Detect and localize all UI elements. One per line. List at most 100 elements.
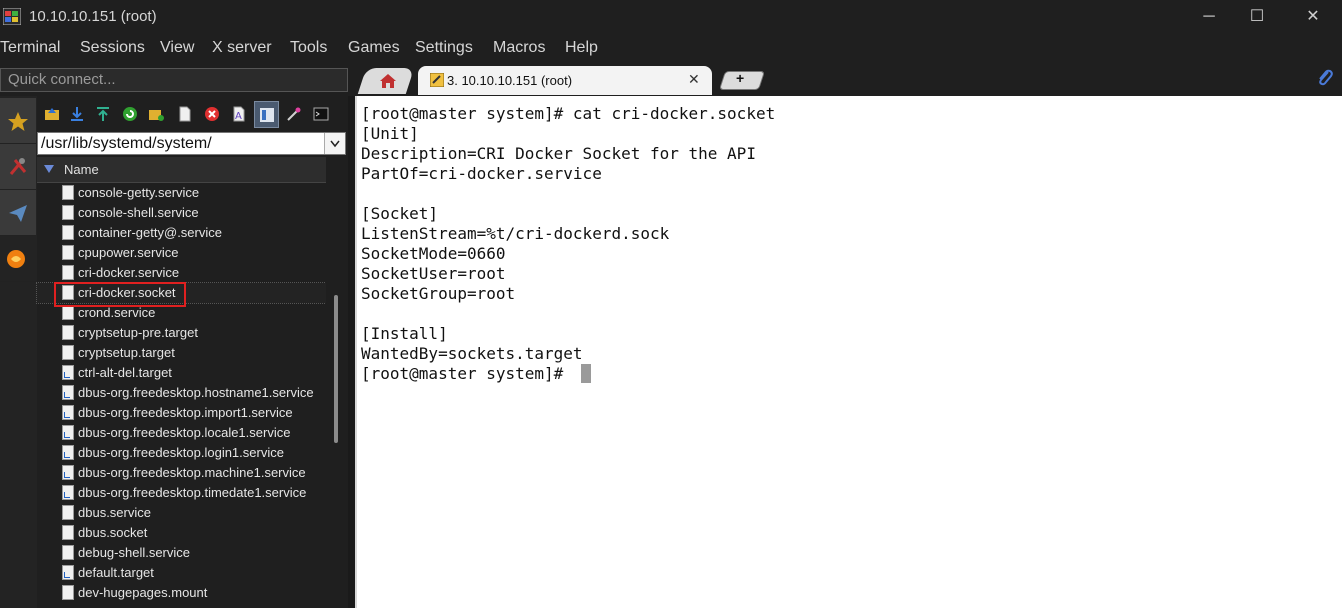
mobaxterm-icon	[3, 8, 21, 25]
file-name: dev-hugepages.mount	[78, 585, 208, 600]
file-icon	[62, 545, 74, 560]
file-row[interactable]: console-getty.service	[37, 183, 326, 203]
window-title: 10.10.10.151 (root)	[29, 8, 157, 25]
sidebar-sftp[interactable]	[0, 236, 36, 282]
file-row[interactable]: ctrl-alt-del.target	[37, 363, 326, 383]
path-combobox[interactable]: /usr/lib/systemd/system/	[37, 132, 346, 155]
download-icon[interactable]	[69, 106, 85, 122]
panel-icon	[260, 108, 274, 122]
file-name: cri-docker.service	[78, 265, 180, 280]
delete-icon[interactable]	[204, 106, 220, 122]
file-icon	[62, 345, 74, 360]
svg-text:A: A	[235, 111, 242, 122]
file-row[interactable]: dev-hugepages.mount	[37, 583, 326, 603]
star-icon	[8, 112, 28, 131]
sidebar-tools[interactable]	[0, 144, 36, 190]
file-name: cryptsetup.target	[78, 345, 175, 360]
path-text: /usr/lib/systemd/system/	[41, 135, 212, 152]
terminal-line: [Install]	[361, 324, 448, 343]
plus-icon: +	[736, 70, 745, 86]
menu-settings[interactable]: Settings	[415, 39, 473, 57]
paperclip-icon[interactable]	[1316, 68, 1334, 88]
terminal-icon[interactable]	[313, 106, 329, 122]
upload-icon[interactable]	[95, 106, 111, 122]
new-file-icon[interactable]	[177, 106, 193, 122]
file-row[interactable]: container-getty@.service	[37, 223, 326, 243]
menu-help[interactable]: Help	[565, 39, 598, 57]
file-link-icon	[62, 425, 74, 440]
file-row[interactable]: cri-docker.service	[37, 263, 326, 283]
annotation-highlight-box	[54, 282, 186, 307]
file-row[interactable]: dbus-org.freedesktop.locale1.service	[37, 423, 326, 443]
menu-tools[interactable]: Tools	[290, 39, 327, 57]
menu-x-server[interactable]: X server	[212, 39, 272, 57]
home-icon	[380, 74, 396, 88]
file-icon	[62, 245, 74, 260]
file-link-icon	[62, 485, 74, 500]
file-row[interactable]: cpupower.service	[37, 243, 326, 263]
menu-games[interactable]: Games	[348, 39, 400, 57]
close-button[interactable]: ✕	[1290, 4, 1336, 30]
path-dropdown-button[interactable]	[324, 133, 345, 154]
file-row[interactable]: cryptsetup.target	[37, 343, 326, 363]
file-row[interactable]: debug-shell.service	[37, 543, 326, 563]
sftp-toolbar: A	[37, 99, 347, 129]
title-bar: 10.10.10.151 (root) ─ ☐ ✕	[0, 0, 1342, 34]
terminal-cursor	[581, 364, 591, 383]
sidebar-sessions[interactable]	[0, 98, 36, 144]
terminal-pane[interactable]: [root@master system]# cat cri-docker.soc…	[355, 96, 1342, 608]
toggle-view-button[interactable]	[254, 101, 279, 128]
file-row[interactable]: dbus.service	[37, 503, 326, 523]
file-row[interactable]: dbus-org.freedesktop.hostname1.service	[37, 383, 326, 403]
file-row[interactable]: dbus.socket	[37, 523, 326, 543]
file-row[interactable]: default.target	[37, 563, 326, 583]
file-list-header[interactable]: Name	[37, 157, 326, 183]
file-name: crond.service	[78, 305, 156, 320]
terminal-line: SocketGroup=root	[361, 284, 516, 303]
file-link-icon	[62, 465, 74, 480]
file-name: dbus-org.freedesktop.timedate1.service	[78, 485, 307, 500]
file-name: debug-shell.service	[78, 545, 191, 560]
terminal-line: ListenStream=%t/cri-dockerd.sock	[361, 224, 670, 243]
rename-icon[interactable]: A	[231, 106, 247, 122]
terminal-line: WantedBy=sockets.target	[361, 344, 583, 363]
menu-sessions[interactable]: Sessions	[80, 39, 145, 57]
file-list-scrollbar[interactable]	[326, 157, 348, 608]
tab-session-active[interactable]: 3. 10.10.10.151 (root) ✕	[418, 66, 712, 95]
file-name: ctrl-alt-del.target	[78, 365, 172, 380]
file-row[interactable]: dbus-org.freedesktop.import1.service	[37, 403, 326, 423]
menu-terminal[interactable]: Terminal	[0, 39, 60, 57]
file-icon	[62, 225, 74, 240]
quick-connect-input[interactable]: Quick connect...	[0, 68, 348, 92]
menu-view[interactable]: View	[160, 39, 194, 57]
file-name: dbus-org.freedesktop.hostname1.service	[78, 385, 314, 400]
file-icon	[62, 325, 74, 340]
file-icon	[62, 525, 74, 540]
file-icon	[62, 305, 74, 320]
file-name: dbus-org.freedesktop.login1.service	[78, 445, 284, 460]
folder-up-icon[interactable]	[44, 106, 60, 122]
file-row[interactable]: dbus-org.freedesktop.timedate1.service	[37, 483, 326, 503]
magic-wand-icon[interactable]	[286, 106, 302, 122]
left-sidebar	[0, 96, 37, 608]
file-row[interactable]: console-shell.service	[37, 203, 326, 223]
new-folder-icon[interactable]	[148, 106, 164, 122]
file-name: dbus-org.freedesktop.locale1.service	[78, 425, 291, 440]
chevron-down-icon	[330, 140, 340, 148]
file-name: dbus.service	[78, 505, 151, 520]
tab-close-icon[interactable]: ✕	[688, 71, 700, 88]
refresh-icon[interactable]	[122, 106, 138, 122]
tab-label: 3. 10.10.10.151 (root)	[447, 73, 573, 88]
file-row[interactable]: dbus-org.freedesktop.machine1.service	[37, 463, 326, 483]
sidebar-macros[interactable]	[0, 190, 36, 236]
file-name: default.target	[78, 565, 154, 580]
terminal-line: [Unit]	[361, 124, 419, 143]
scroll-thumb[interactable]	[334, 295, 338, 443]
file-row[interactable]: dbus-org.freedesktop.login1.service	[37, 443, 326, 463]
menu-macros[interactable]: Macros	[493, 39, 545, 57]
pane-divider[interactable]	[348, 96, 355, 608]
tools-icon	[9, 158, 27, 175]
file-row[interactable]: cryptsetup-pre.target	[37, 323, 326, 343]
maximize-button[interactable]: ☐	[1234, 4, 1280, 30]
minimize-button[interactable]: ─	[1186, 4, 1232, 30]
